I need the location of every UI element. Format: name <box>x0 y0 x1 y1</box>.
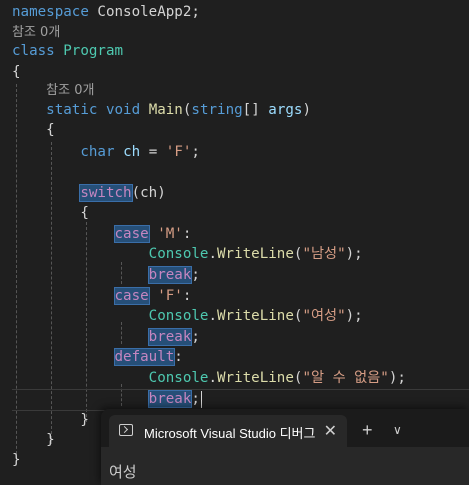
punctuation: ); <box>388 370 406 386</box>
parameter-name: args <box>268 102 303 118</box>
brace: { <box>80 205 89 221</box>
punctuation: ; <box>191 144 200 160</box>
string-literal: "남성" <box>302 246 346 262</box>
brace: } <box>12 452 21 468</box>
code-line: break; <box>12 327 200 347</box>
code-line: Console.WriteLine("여성"); <box>12 306 363 326</box>
punctuation: : <box>174 349 183 365</box>
code-lens-references[interactable]: 참조 0개 <box>12 80 94 100</box>
keyword: namespace <box>12 4 89 20</box>
terminal-tab-bar: Microsoft Visual Studio 디버그 ✕ + ∨ <box>101 409 469 447</box>
brace: } <box>46 432 55 448</box>
type-name: Console <box>148 308 209 324</box>
reference-count[interactable]: 참조 0개 <box>12 25 60 40</box>
method-name: Main <box>148 102 183 118</box>
terminal-tab[interactable]: Microsoft Visual Studio 디버그 ✕ <box>109 415 347 447</box>
reference-count[interactable]: 참조 0개 <box>46 83 94 98</box>
code-line: switch(ch) <box>12 183 166 203</box>
console-icon <box>119 424 133 436</box>
brace: { <box>12 64 21 80</box>
keyword-highlighted: break <box>147 390 193 408</box>
keyword: char <box>80 144 115 160</box>
variable-name: ch <box>123 144 141 160</box>
punctuation: : <box>182 288 192 304</box>
text-cursor <box>200 390 202 408</box>
code-line: Console.WriteLine("알 수 없음"); <box>12 368 406 388</box>
string-literal: "알 수 없음" <box>302 370 389 386</box>
close-icon[interactable]: ✕ <box>324 421 337 441</box>
keyword-highlighted: default <box>113 348 176 366</box>
code-line: { <box>12 62 21 82</box>
terminal-tab-title: Microsoft Visual Studio 디버그 <box>144 426 316 441</box>
punctuation: ) <box>302 102 312 118</box>
terminal-window[interactable]: Microsoft Visual Studio 디버그 ✕ + ∨ 여성 <box>101 409 469 485</box>
code-line: Console.WriteLine("남성"); <box>12 244 363 264</box>
code-line: } <box>12 450 21 470</box>
code-line: case 'F': <box>12 286 191 306</box>
keyword: string <box>191 102 243 118</box>
keyword-highlighted: switch <box>79 184 133 202</box>
punctuation: ; <box>191 329 200 345</box>
char-literal: 'F' <box>157 288 183 304</box>
punctuation: : <box>182 226 192 242</box>
punctuation: ; <box>191 391 200 407</box>
keyword-highlighted: case <box>113 225 150 243</box>
code-line: } <box>12 430 55 450</box>
keyword-highlighted: break <box>147 266 193 284</box>
code-line: class Program <box>12 41 123 61</box>
code-line: case 'M': <box>12 224 191 244</box>
punctuation: ; <box>191 267 200 283</box>
punctuation: . <box>208 370 218 386</box>
class-name: Program <box>63 43 124 59</box>
method-name: WriteLine <box>217 370 294 386</box>
chevron-down-icon[interactable]: ∨ <box>393 421 402 439</box>
type-name: Console <box>148 246 209 262</box>
char-literal: 'M' <box>157 226 183 242</box>
punctuation: . <box>208 308 218 324</box>
punctuation: ); <box>345 246 363 262</box>
keyword-highlighted: break <box>147 328 193 346</box>
brace: { <box>46 122 55 138</box>
char-literal: 'F' <box>165 144 192 160</box>
brace: } <box>80 412 89 428</box>
punctuation: ); <box>345 308 363 324</box>
keyword: class <box>12 43 55 59</box>
code-line: static void Main(string[] args) <box>12 100 311 120</box>
punctuation: . <box>208 246 218 262</box>
type-name: Console <box>148 370 209 386</box>
keyword: void <box>105 102 141 118</box>
method-name: WriteLine <box>217 308 294 324</box>
switch-expression: (ch) <box>131 185 166 201</box>
keyword: static <box>46 102 98 118</box>
code-line: } <box>12 410 89 430</box>
code-line: break; <box>12 265 200 285</box>
code-lens-references[interactable]: 참조 0개 <box>12 22 60 42</box>
code-line: char ch = 'F'; <box>12 142 200 162</box>
keyword-highlighted: case <box>113 287 150 305</box>
punctuation: [] <box>242 102 260 118</box>
operator: = <box>148 144 158 160</box>
code-line: namespace ConsoleApp2; <box>12 2 200 22</box>
code-line: { <box>12 120 55 140</box>
new-tab-icon[interactable]: + <box>362 421 373 439</box>
code-line: break; <box>12 389 202 409</box>
code-line: default: <box>12 347 183 367</box>
terminal-body[interactable]: 여성 <box>101 447 469 485</box>
terminal-output: 여성 <box>109 463 137 481</box>
method-name: WriteLine <box>217 246 294 262</box>
code-line: { <box>12 203 89 223</box>
string-literal: "여성" <box>302 308 346 324</box>
namespace-name: ConsoleApp2; <box>97 4 200 20</box>
